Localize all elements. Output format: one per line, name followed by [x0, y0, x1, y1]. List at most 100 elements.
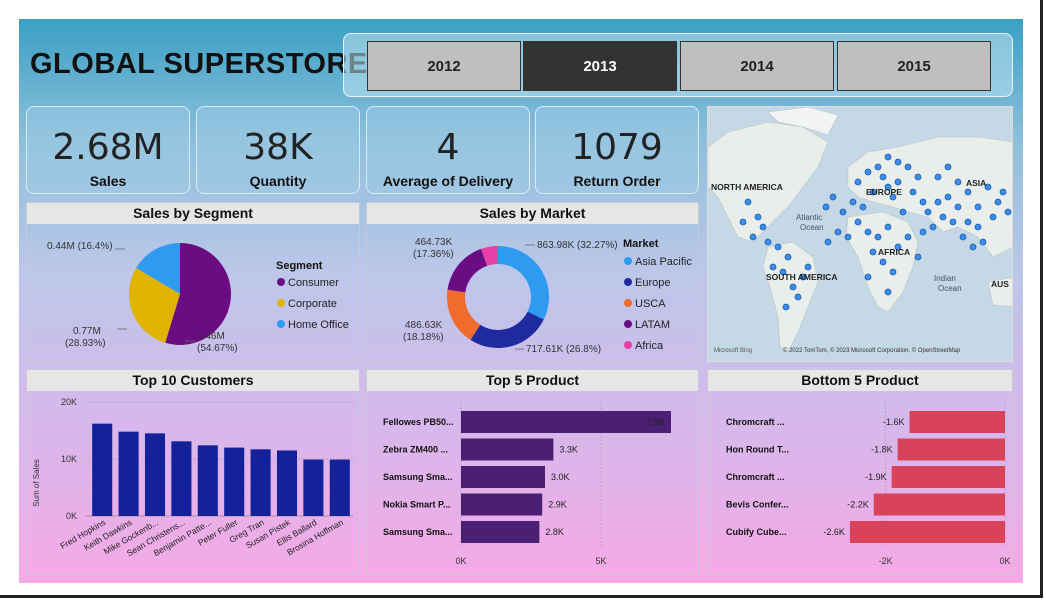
kpi-card-sales[interactable]: 2.68M Sales	[26, 106, 190, 194]
bar[interactable]	[118, 431, 139, 516]
bar[interactable]	[461, 411, 671, 433]
map-point[interactable]	[849, 198, 857, 206]
map-point[interactable]	[854, 218, 862, 226]
map-point[interactable]	[924, 208, 932, 216]
map-point[interactable]	[954, 178, 962, 186]
bar[interactable]	[197, 445, 218, 516]
map-point[interactable]	[904, 163, 912, 171]
map-point[interactable]	[934, 198, 942, 206]
map-point[interactable]	[919, 228, 927, 236]
map-point[interactable]	[899, 208, 907, 216]
map-point[interactable]	[914, 173, 922, 181]
map-point[interactable]	[794, 293, 802, 301]
map-point[interactable]	[789, 283, 797, 291]
map-point[interactable]	[824, 238, 832, 246]
map-point[interactable]	[784, 253, 792, 261]
donut-slice-usca[interactable]	[447, 289, 481, 340]
map-point[interactable]	[859, 203, 867, 211]
map-point[interactable]	[979, 238, 987, 246]
map-point[interactable]	[774, 243, 782, 251]
bar[interactable]	[250, 449, 271, 516]
map-point[interactable]	[894, 178, 902, 186]
bar[interactable]	[461, 438, 554, 461]
customers-bar-chart[interactable]: Sum of Sales 0K10K20KFred HopkinsKeith D…	[27, 391, 359, 575]
map-point[interactable]	[854, 178, 862, 186]
map-point[interactable]	[959, 233, 967, 241]
map-point[interactable]	[879, 258, 887, 266]
map-point[interactable]	[944, 163, 952, 171]
map-point[interactable]	[744, 198, 752, 206]
map-point[interactable]	[869, 248, 877, 256]
map-point[interactable]	[749, 233, 757, 241]
bar[interactable]	[461, 493, 543, 516]
legend-label[interactable]: Consumer	[288, 277, 339, 289]
map-point[interactable]	[874, 233, 882, 241]
donut-slice-asia-pacific[interactable]	[498, 246, 549, 320]
bar[interactable]	[303, 459, 324, 516]
world-map[interactable]: NORTH AMERICA EUROPE ASIA AFRICA SOUTH AMERI…	[708, 107, 1013, 362]
kpi-card-delivery[interactable]: 4 Average of Delivery	[366, 106, 530, 194]
map-point[interactable]	[764, 238, 772, 246]
legend-label[interactable]: USCA	[635, 298, 666, 310]
sales-map[interactable]: NORTH AMERICA EUROPE ASIA AFRICA SOUTH AMERI…	[707, 106, 1013, 362]
year-button-2012[interactable]: 2012	[367, 41, 521, 91]
map-point[interactable]	[739, 218, 747, 226]
legend-label[interactable]: LATAM	[635, 319, 670, 331]
map-point[interactable]	[989, 213, 997, 221]
map-point[interactable]	[949, 218, 957, 226]
bar[interactable]	[461, 521, 540, 543]
map-point[interactable]	[884, 288, 892, 296]
map-point[interactable]	[944, 193, 952, 201]
bar[interactable]	[909, 411, 1005, 433]
map-point[interactable]	[974, 223, 982, 231]
map-point[interactable]	[969, 243, 977, 251]
map-point[interactable]	[904, 233, 912, 241]
map-point[interactable]	[884, 153, 892, 161]
map-point[interactable]	[889, 268, 897, 276]
bar[interactable]	[897, 438, 1005, 461]
map-point[interactable]	[874, 163, 882, 171]
bar[interactable]	[329, 459, 350, 516]
map-point[interactable]	[864, 168, 872, 176]
bar[interactable]	[92, 423, 113, 516]
map-point[interactable]	[864, 228, 872, 236]
year-button-2015[interactable]: 2015	[837, 41, 991, 91]
donut-slice-europe[interactable]	[470, 311, 544, 348]
kpi-card-quantity[interactable]: 38K Quantity	[196, 106, 360, 194]
map-point[interactable]	[839, 208, 847, 216]
map-point[interactable]	[909, 188, 917, 196]
map-point[interactable]	[844, 233, 852, 241]
map-point[interactable]	[879, 173, 887, 181]
map-point[interactable]	[759, 223, 767, 231]
bottom5-bar-chart[interactable]: -2K 0K Chromcraft ... -1.6K Hon Round T... -1…	[708, 391, 1012, 575]
legend-label[interactable]: Home Office	[288, 319, 349, 331]
map-point[interactable]	[999, 188, 1007, 196]
map-point[interactable]	[894, 158, 902, 166]
map-point[interactable]	[804, 263, 812, 271]
map-point[interactable]	[884, 223, 892, 231]
legend-label[interactable]: Asia Pacific	[635, 256, 692, 268]
bar[interactable]	[461, 466, 545, 488]
bar[interactable]	[144, 433, 166, 516]
map-point[interactable]	[1004, 208, 1012, 216]
bar[interactable]	[873, 493, 1005, 516]
market-donut-chart[interactable]: 464.73K (17.36%) 486.63K (18.18%) 863.98K …	[367, 224, 698, 362]
map-point[interactable]	[754, 213, 762, 221]
map-point[interactable]	[919, 198, 927, 206]
map-point[interactable]	[934, 173, 942, 181]
map-point[interactable]	[929, 223, 937, 231]
map-point[interactable]	[782, 303, 790, 311]
bar[interactable]	[891, 466, 1005, 488]
map-point[interactable]	[994, 198, 1002, 206]
year-button-2013[interactable]: 2013	[523, 41, 677, 91]
map-point[interactable]	[864, 273, 872, 281]
map-point[interactable]	[964, 188, 972, 196]
bar[interactable]	[224, 447, 245, 516]
map-point[interactable]	[939, 213, 947, 221]
bar[interactable]	[276, 450, 298, 516]
year-button-2014[interactable]: 2014	[680, 41, 834, 91]
segment-pie-chart[interactable]: 0.44M (16.4%) 0.77M (28.93%) 1.46M (54.67%…	[27, 224, 359, 362]
legend-label[interactable]: Africa	[635, 340, 664, 352]
map-point[interactable]	[834, 228, 842, 236]
bar[interactable]	[849, 521, 1005, 543]
